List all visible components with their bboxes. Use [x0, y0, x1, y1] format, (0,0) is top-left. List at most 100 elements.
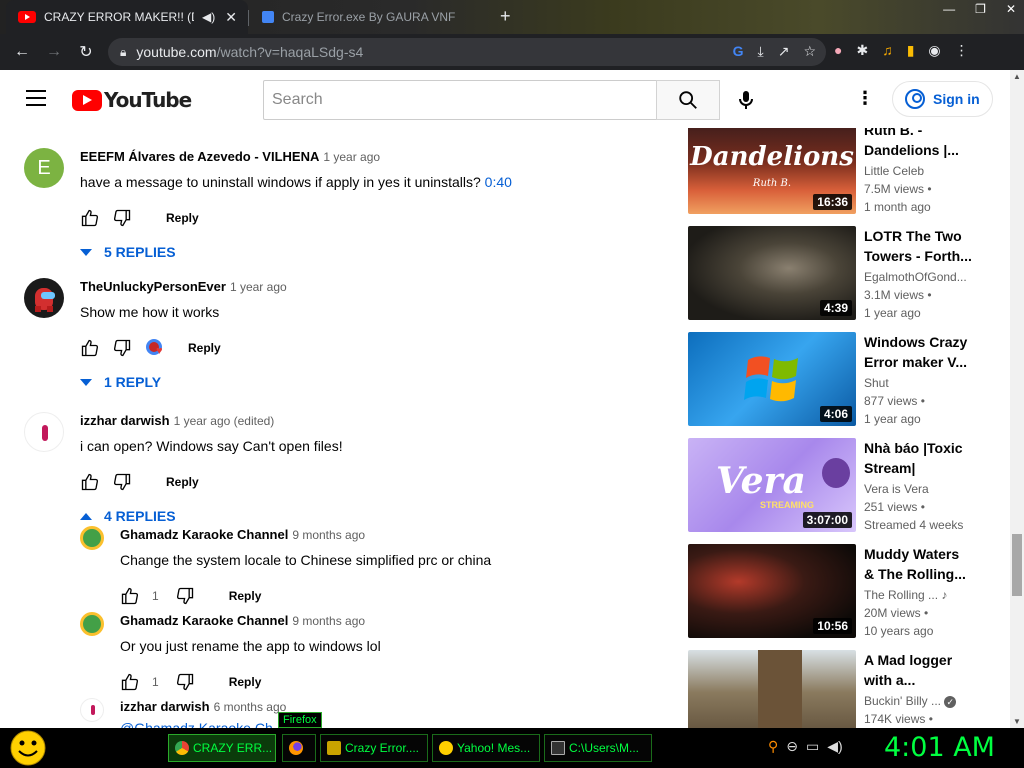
- taskbar-item-yahoo-messenger[interactable]: Yahoo! Mes...: [432, 734, 540, 762]
- hamburger-menu-icon[interactable]: [26, 90, 46, 111]
- comment-time[interactable]: 1 year ago: [230, 280, 287, 294]
- scroll-up-icon[interactable]: ▲: [1013, 72, 1021, 81]
- thumbs-down-icon[interactable]: [112, 472, 132, 492]
- reply-time[interactable]: 9 months ago: [292, 614, 365, 628]
- reply-button[interactable]: Reply: [166, 475, 199, 489]
- reply-author[interactable]: Ghamadz Karaoke Channel 9 months ago: [120, 613, 381, 628]
- channel-name[interactable]: Shut: [864, 376, 889, 390]
- view-replies-button[interactable]: 5 REPLIES: [80, 244, 512, 260]
- video-title[interactable]: Windows Crazy Error maker V...: [864, 332, 972, 372]
- page-scrollbar[interactable]: ▲ ▼: [1010, 70, 1024, 728]
- extension-flag-icon[interactable]: ●: [834, 42, 842, 59]
- video-thumbnail[interactable]: [688, 650, 856, 728]
- video-thumbnail[interactable]: 4:39: [688, 226, 856, 320]
- maximize-icon[interactable]: ❐: [975, 2, 986, 16]
- reply-button[interactable]: Reply: [188, 341, 221, 355]
- taskbar-item-chrome[interactable]: CRAZY ERR...: [168, 734, 276, 762]
- channel-name[interactable]: Little Celeb: [864, 164, 924, 178]
- video-title[interactable]: Muddy Waters & The Rolling...: [864, 544, 972, 584]
- puzzle-extension-icon[interactable]: ✱: [856, 42, 868, 59]
- minimize-icon[interactable]: —: [943, 2, 955, 16]
- channel-label[interactable]: The Rolling ...: [864, 588, 938, 602]
- author-name[interactable]: Ghamadz Karaoke Channel: [120, 613, 288, 628]
- speaker-icon[interactable]: ◀): [202, 10, 215, 24]
- video-thumbnail[interactable]: 10:56: [688, 544, 856, 638]
- start-button[interactable]: [6, 728, 50, 768]
- taskbar-item-firefox[interactable]: [282, 734, 316, 762]
- channel-name[interactable]: Buckin' Billy ... ✓: [864, 694, 957, 708]
- tab-crazy-error[interactable]: Crazy Error.exe By GAURA VNF: [252, 0, 492, 34]
- new-tab-icon[interactable]: +: [500, 6, 511, 27]
- thumbs-down-icon[interactable]: [175, 672, 195, 692]
- video-thumbnail[interactable]: Dandelions Ruth B. 16:36: [688, 128, 856, 214]
- comment-author[interactable]: EEEFM Álvares de Azevedo - VILHENA 1 year…: [80, 149, 512, 164]
- timestamp-link[interactable]: 0:40: [485, 174, 512, 190]
- avatar[interactable]: [80, 612, 104, 636]
- thumbs-down-icon[interactable]: [112, 338, 132, 358]
- related-video[interactable]: Dandelions Ruth B. 16:36 Ruth B. - Dande…: [688, 128, 988, 214]
- taskbar-clock[interactable]: 4:01 AM: [884, 732, 995, 763]
- sign-in-button[interactable]: Sign in: [892, 81, 993, 117]
- thumbs-down-icon[interactable]: [112, 208, 132, 228]
- tray-app-icon[interactable]: ⊖: [786, 738, 798, 755]
- media-control-icon[interactable]: ♫: [882, 42, 893, 59]
- tab-youtube[interactable]: CRAZY ERROR MAKER!! (DO ◀) ✕: [6, 0, 248, 34]
- author-name[interactable]: izzhar darwish: [120, 699, 210, 714]
- video-title[interactable]: LOTR The Two Towers - Forth...: [864, 226, 972, 266]
- scroll-thumb[interactable]: [1012, 534, 1022, 596]
- reload-icon[interactable]: ↻: [70, 42, 102, 62]
- voice-search-button[interactable]: [734, 88, 758, 112]
- channel-name[interactable]: Vera is Vera: [864, 482, 929, 496]
- video-title[interactable]: Nhà báo |Toxic Stream|: [864, 438, 972, 478]
- related-video[interactable]: A Mad logger with a... Buckin' Billy ...…: [688, 650, 988, 728]
- back-arrow-icon[interactable]: ←: [6, 43, 38, 61]
- video-title[interactable]: A Mad logger with a...: [864, 650, 972, 690]
- side-panel-icon[interactable]: ▮: [907, 42, 915, 59]
- video-thumbnail[interactable]: Vera STREAMING 3:07:00: [688, 438, 856, 532]
- author-name[interactable]: izzhar darwish: [80, 413, 170, 428]
- search-button[interactable]: [656, 80, 720, 120]
- avatar[interactable]: E: [24, 148, 64, 188]
- close-window-icon[interactable]: ✕: [1006, 2, 1016, 16]
- chrome-menu-icon[interactable]: ⋮: [955, 42, 969, 59]
- comment-time[interactable]: 1 year ago: [323, 150, 380, 164]
- video-title[interactable]: Ruth B. - Dandelions |...: [864, 128, 972, 160]
- thumbs-up-icon[interactable]: [120, 672, 140, 692]
- channel-name[interactable]: The Rolling ... ♪: [864, 588, 947, 602]
- view-replies-button[interactable]: 1 REPLY: [80, 374, 287, 390]
- hide-replies-button[interactable]: 4 REPLIES: [80, 508, 343, 524]
- related-video[interactable]: Vera STREAMING 3:07:00 Nhà báo |Toxic St…: [688, 438, 988, 532]
- author-name[interactable]: Ghamadz Karaoke Channel: [120, 527, 288, 542]
- scroll-down-icon[interactable]: ▼: [1013, 717, 1021, 726]
- taskbar-item-crazy-error[interactable]: Crazy Error....: [320, 734, 428, 762]
- channel-name[interactable]: EgalmothOfGond...: [864, 270, 967, 284]
- related-video[interactable]: 10:56 Muddy Waters & The Rolling... The …: [688, 544, 988, 638]
- reply-author[interactable]: izzhar darwish 6 months ago: [120, 699, 286, 714]
- reply-time[interactable]: 9 months ago: [292, 528, 365, 542]
- profile-avatar-icon[interactable]: ◉: [928, 42, 940, 59]
- avatar[interactable]: [80, 526, 104, 550]
- reply-author[interactable]: Ghamadz Karaoke Channel 9 months ago: [120, 527, 491, 542]
- related-video[interactable]: 4:06 Windows Crazy Error maker V... Shut…: [688, 332, 988, 426]
- search-tray-icon[interactable]: ⚲: [768, 738, 778, 755]
- thumbs-up-icon[interactable]: [120, 586, 140, 606]
- forward-arrow-icon[interactable]: →: [38, 43, 70, 61]
- lock-icon[interactable]: 🔒︎: [120, 45, 126, 60]
- reply-text[interactable]: @Ghamadz Karaoke Ch...: [120, 720, 286, 728]
- google-icon[interactable]: G: [733, 43, 744, 60]
- comment-time[interactable]: 1 year ago (edited): [174, 414, 275, 428]
- reply-button[interactable]: Reply: [229, 589, 262, 603]
- avatar[interactable]: [24, 278, 64, 318]
- author-name[interactable]: EEEFM Álvares de Azevedo - VILHENA: [80, 149, 319, 164]
- install-app-icon[interactable]: ⤓: [758, 43, 764, 60]
- author-name[interactable]: TheUnluckyPersonEver: [80, 279, 226, 294]
- thumbs-up-icon[interactable]: [80, 208, 100, 228]
- channel-label[interactable]: Buckin' Billy ...: [864, 694, 941, 708]
- bookmark-star-icon[interactable]: ☆: [803, 43, 816, 60]
- thumbs-down-icon[interactable]: [175, 586, 195, 606]
- close-tab-icon[interactable]: ✕: [225, 9, 237, 26]
- youtube-logo[interactable]: YouTube: [72, 88, 192, 112]
- comment-author[interactable]: izzhar darwish 1 year ago (edited): [80, 413, 343, 428]
- thumbs-up-icon[interactable]: [80, 338, 100, 358]
- more-options-icon[interactable]: ⋮: [856, 88, 874, 109]
